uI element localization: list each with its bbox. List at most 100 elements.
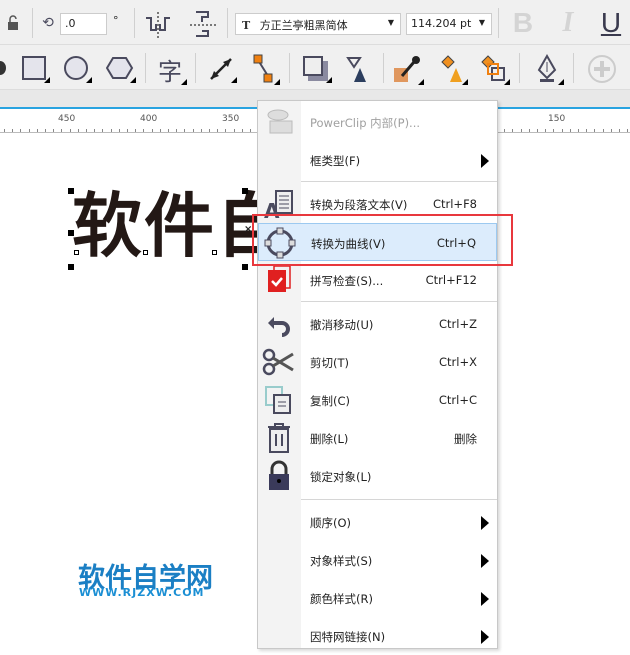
ellipse-tool-icon[interactable]: [62, 55, 92, 83]
polygon-tool-icon[interactable]: [104, 55, 136, 83]
selection-handle[interactable]: [68, 188, 74, 194]
menu-item-shortcut: 删除: [454, 432, 477, 446]
menu-item[interactable]: 删除(L) 删除: [258, 419, 497, 457]
menu-item-label: 颜色样式(R): [310, 592, 373, 606]
ruler-tick: [36, 129, 38, 132]
font-family-select[interactable]: T 方正兰亭粗黑简体 ▼: [235, 13, 401, 35]
ruler-tick: [176, 129, 178, 132]
highlight-annotation-box: [252, 214, 513, 266]
ruler-tick: [4, 129, 5, 132]
rotate-icon: ⟲: [42, 15, 54, 31]
menu-item[interactable]: 框类型(F): [258, 141, 497, 179]
menu-item[interactable]: 对象样式(S): [258, 541, 497, 579]
scissors-icon: [262, 346, 296, 378]
ruler-tick: [610, 129, 612, 132]
menu-separator: [301, 181, 497, 182]
submenu-arrow-icon: [481, 154, 489, 168]
spiral-tool-icon[interactable]: [0, 61, 6, 75]
ruler-label: 400: [140, 114, 158, 124]
bold-button[interactable]: B: [510, 7, 536, 38]
smart-fill-tool-icon[interactable]: [476, 53, 510, 85]
menu-item-shortcut: Ctrl+C: [438, 393, 477, 407]
ruler-label: 150: [548, 114, 566, 124]
ruler-tick: [241, 129, 243, 132]
undo-icon: [262, 308, 296, 340]
connector-tool-icon[interactable]: [248, 53, 280, 85]
selection-handle[interactable]: [242, 264, 248, 270]
ruler-tick: [127, 129, 128, 132]
menu-item[interactable]: 锁定对象(L): [258, 457, 497, 495]
add-tool-icon[interactable]: [586, 53, 618, 85]
font-size-value: 114.204 pt: [411, 17, 472, 30]
ruler-tick: [504, 129, 506, 132]
selection-handle[interactable]: [68, 230, 74, 236]
ruler-tick: [586, 129, 588, 132]
ruler-tick: [619, 129, 620, 132]
menu-item-label: 复制(C): [310, 394, 351, 408]
ruler-tick: [102, 129, 104, 132]
menu-item-shortcut: Ctrl+F8: [432, 197, 477, 211]
ruler-tick: [569, 129, 571, 132]
submenu-arrow-icon: [481, 592, 489, 606]
submenu-arrow-icon: [481, 516, 489, 530]
property-bar: ⟲ .0 ° T 方正兰亭粗黑简体 ▼ 114.204 pt ▼ B I U: [0, 0, 630, 45]
drop-shadow-tool-icon[interactable]: [300, 55, 332, 83]
font-family-value: 方正兰亭粗黑简体: [259, 19, 348, 32]
ruler-tick: [168, 129, 169, 132]
italic-button[interactable]: I: [555, 7, 581, 38]
menu-item[interactable]: 因特网链接(N): [258, 617, 497, 655]
node-handle[interactable]: [212, 250, 217, 255]
interactive-fill-tool-icon[interactable]: [436, 53, 468, 85]
selection-handle[interactable]: [242, 188, 248, 194]
submenu-arrow-icon: [481, 630, 489, 644]
ruler-tick: [545, 129, 547, 132]
menu-item[interactable]: 拼写检查(S)... Ctrl+F12: [258, 261, 497, 299]
menu-item-label: 框类型(F): [310, 154, 361, 168]
ruler-tick: [151, 129, 153, 132]
truetype-icon: T: [242, 19, 251, 32]
ruler-tick: [627, 129, 629, 132]
menu-item[interactable]: 颜色样式(R): [258, 579, 497, 617]
eyedropper-tool-icon[interactable]: [390, 53, 424, 85]
menu-item[interactable]: 剪切(T) Ctrl+X: [258, 343, 497, 381]
ruler-tick: [86, 129, 87, 132]
transparency-tool-icon[interactable]: [340, 53, 372, 85]
degree-label: °: [113, 14, 119, 27]
node-handle[interactable]: [143, 250, 148, 255]
ruler-tick: [159, 129, 161, 132]
font-size-select[interactable]: 114.204 pt ▼: [406, 13, 492, 35]
ruler-tick: [528, 129, 530, 132]
dimension-tool-icon[interactable]: [205, 55, 237, 83]
mirror-vertical-icon[interactable]: [187, 10, 217, 38]
node-handle[interactable]: [74, 250, 79, 255]
toolbox: 字: [0, 45, 630, 90]
ruler-tick: [12, 129, 14, 132]
menu-item[interactable]: 顺序(O): [258, 503, 497, 541]
menu-item[interactable]: 撤消移动(U) Ctrl+Z: [258, 305, 497, 343]
ruler-tick: [45, 129, 46, 132]
ruler-tick: [110, 129, 112, 132]
ruler-tick: [143, 129, 145, 132]
menu-item[interactable]: 复制(C) Ctrl+C: [258, 381, 497, 419]
outline-pen-tool-icon[interactable]: [530, 53, 564, 85]
menu-separator: [301, 301, 497, 302]
powerclip-icon: [262, 106, 296, 138]
menu-item-label: 因特网链接(N): [310, 630, 386, 644]
rotation-input[interactable]: .0: [60, 13, 107, 35]
menu-item-label: 顺序(O): [310, 516, 352, 530]
menu-item-label: 锁定对象(L): [310, 470, 372, 484]
text-tool-icon[interactable]: 字: [153, 53, 187, 86]
underline-button[interactable]: U: [597, 6, 625, 40]
ruler-tick: [225, 129, 227, 132]
ruler-tick: [53, 129, 55, 132]
ruler-tick: [520, 129, 522, 132]
menu-item-label: 剪切(T): [310, 356, 349, 370]
lock-icon[interactable]: [6, 14, 20, 32]
mirror-horizontal-icon[interactable]: [143, 10, 173, 38]
menu-item[interactable]: PowerClip 内部(P)...: [258, 103, 497, 141]
selection-handle[interactable]: [68, 264, 74, 270]
rectangle-tool-icon[interactable]: [20, 55, 50, 83]
ruler-tick: [135, 129, 137, 132]
menu-separator: [301, 499, 497, 500]
menu-item-shortcut: Ctrl+F12: [425, 273, 477, 287]
